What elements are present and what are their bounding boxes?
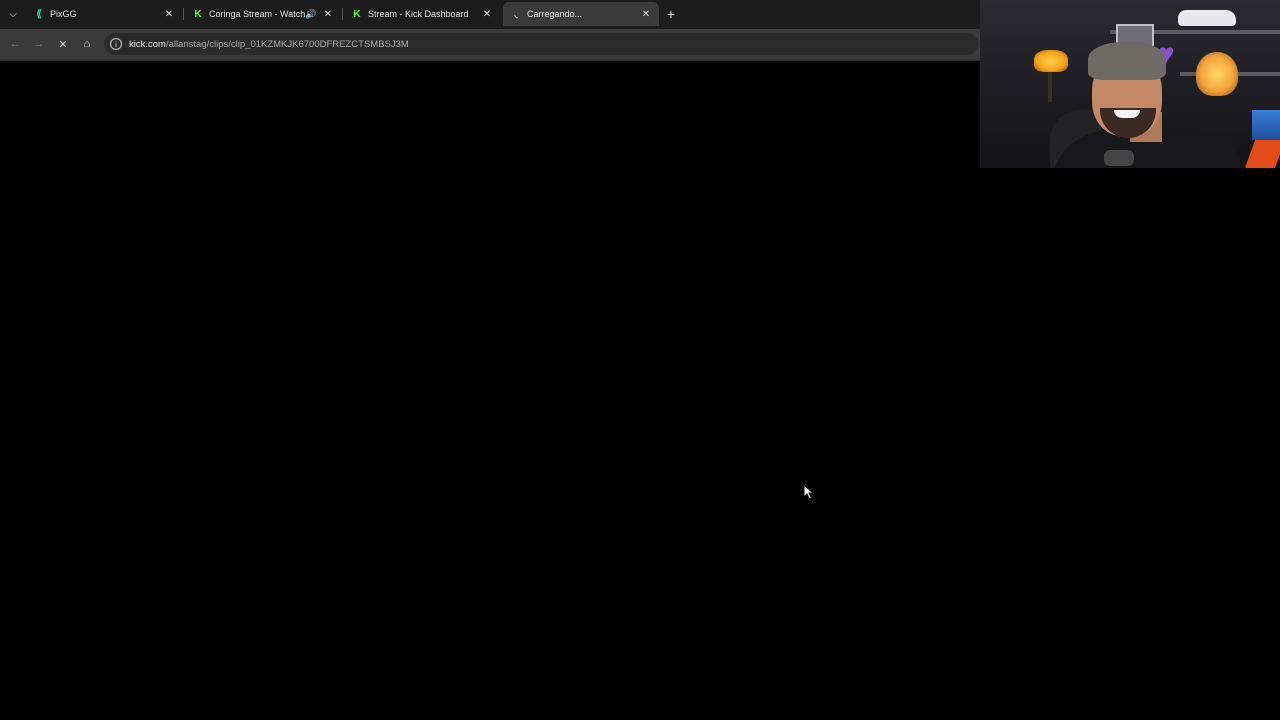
tab-loading[interactable]: ◟ Carregando... ✕ bbox=[503, 2, 659, 26]
close-icon[interactable]: ✕ bbox=[639, 7, 653, 21]
kick-icon: K bbox=[353, 8, 361, 20]
loading-spinner-icon: ◟ bbox=[514, 9, 518, 19]
tab-title: Stream - Kick Dashboard bbox=[368, 9, 469, 19]
url-path: /allanstag/clips/clip_01KZMKJK6700DFREZC… bbox=[165, 38, 409, 50]
lamp-stand bbox=[1048, 72, 1052, 102]
arrow-right-icon[interactable]: → bbox=[30, 35, 48, 53]
tab-separator bbox=[342, 8, 343, 20]
close-icon[interactable]: ✕ bbox=[480, 7, 494, 21]
tab-kick-dashboard[interactable]: K Stream - Kick Dashboard ✕ bbox=[344, 2, 500, 26]
plus-icon[interactable]: + bbox=[662, 5, 680, 23]
url-host: kick.com bbox=[129, 38, 166, 50]
streamer-beanie bbox=[1088, 42, 1166, 80]
mouse-cursor-icon bbox=[803, 484, 815, 500]
info-icon[interactable]: i bbox=[110, 38, 122, 50]
pixgg-icon: ⟪ bbox=[36, 8, 42, 20]
blue-light bbox=[1252, 110, 1280, 140]
streamer-smile bbox=[1114, 110, 1140, 118]
tab-title: Coringa Stream - Watch Liv bbox=[209, 9, 305, 19]
tab-title: Carregando... bbox=[527, 9, 583, 19]
tab-separator bbox=[183, 8, 184, 20]
url-text[interactable]: kick.com/allanstag/clips/clip_01KZMKJK67… bbox=[129, 39, 409, 50]
close-icon[interactable]: ✕ bbox=[321, 7, 335, 21]
tab-strip: ⌵ ⟪ PixGG ✕ K Coringa Stream - Watch Liv… bbox=[0, 0, 980, 29]
tab-pixgg[interactable]: ⟪ PixGG ✕ bbox=[26, 2, 182, 26]
red-light bbox=[1244, 140, 1280, 168]
webcam-overlay: ♥ bbox=[980, 0, 1280, 168]
home-icon[interactable]: ⌂ bbox=[78, 35, 96, 53]
tab-title: PixGG bbox=[50, 9, 77, 19]
close-icon[interactable]: ✕ bbox=[162, 7, 176, 21]
tab-coringa-stream[interactable]: K Coringa Stream - Watch Liv 🔊 ✕ bbox=[185, 2, 341, 26]
toy-car bbox=[1178, 10, 1236, 26]
kick-icon: K bbox=[194, 8, 202, 20]
address-bar[interactable]: i kick.com/allanstag/clips/clip_01KZMKJK… bbox=[104, 33, 978, 55]
arrow-left-icon[interactable]: ← bbox=[6, 35, 24, 53]
chevron-down-icon[interactable]: ⌵ bbox=[4, 5, 22, 23]
speaker-icon[interactable]: 🔊 bbox=[305, 8, 317, 20]
microphone bbox=[1104, 150, 1134, 166]
stop-loading-icon[interactable]: ✕ bbox=[54, 35, 72, 53]
browser-toolbar: ← → ✕ ⌂ i kick.com/allanstag/clips/clip_… bbox=[0, 29, 980, 61]
page-content bbox=[0, 61, 980, 720]
lamp-left bbox=[1034, 50, 1068, 72]
browser-window: ⌵ ⟪ PixGG ✕ K Coringa Stream - Watch Liv… bbox=[0, 0, 980, 720]
lamp-right bbox=[1196, 52, 1238, 96]
